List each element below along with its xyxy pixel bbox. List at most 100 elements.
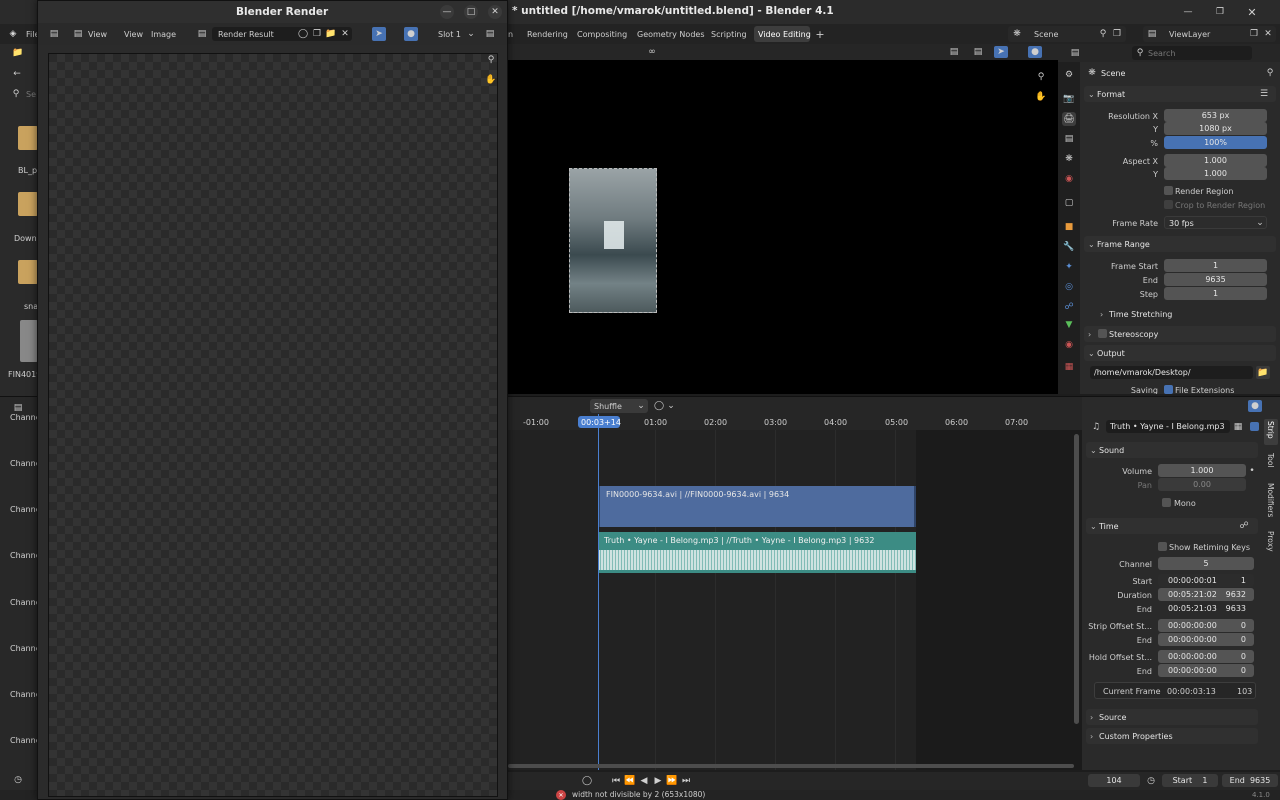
folder-icon[interactable] — [18, 126, 38, 150]
menu-view-mode[interactable]: View — [88, 30, 107, 39]
vertical-scrollbar[interactable] — [1074, 434, 1079, 724]
horizontal-scrollbar[interactable] — [508, 764, 1074, 768]
render-result-canvas[interactable] — [48, 53, 498, 797]
crop-region-checkbox[interactable] — [1164, 200, 1173, 209]
frame-step-field[interactable]: 1 — [1164, 287, 1267, 300]
output-panel-header[interactable]: ⌄ Output — [1084, 345, 1276, 361]
volume-field[interactable]: 1.000 — [1158, 464, 1246, 477]
prev-keyframe-icon[interactable]: ⏪ — [624, 774, 636, 788]
sidebar-tab-proxy[interactable]: Proxy — [1264, 529, 1278, 557]
play-reverse-icon[interactable]: ◀ — [638, 774, 650, 788]
resolution-y-field[interactable]: 1080 px — [1164, 122, 1267, 135]
play-icon[interactable]: ▶ — [652, 774, 664, 788]
aspect-y-field[interactable]: 1.000 — [1164, 167, 1267, 180]
constraints-tab-icon[interactable]: ☍ — [1062, 300, 1076, 314]
playhead-line[interactable] — [598, 414, 599, 770]
jump-start-icon[interactable]: ⏮ — [610, 774, 622, 788]
end-frame-field[interactable]: End 9635 — [1222, 774, 1278, 787]
mono-checkbox[interactable] — [1162, 498, 1171, 507]
frame-rate-dropdown[interactable]: 30 fps ⌄ — [1164, 216, 1267, 229]
add-workspace-icon[interactable]: + — [814, 27, 826, 41]
chevron-down-icon[interactable]: ⌄ — [666, 399, 676, 413]
back-arrow-icon[interactable]: ← — [10, 68, 24, 80]
data-tab-icon[interactable]: ▼ — [1062, 318, 1076, 332]
display-overlay-icon[interactable]: ● — [1028, 46, 1042, 58]
stereoscopy-checkbox[interactable] — [1098, 329, 1107, 338]
zoom-icon[interactable]: ⚲ — [1034, 70, 1048, 84]
playhead-time[interactable]: 00:03+14 — [578, 416, 621, 428]
output-path-field[interactable]: /home/vmarok/Desktop/ — [1090, 366, 1253, 379]
material-tab-icon[interactable]: ◉ — [1062, 338, 1076, 352]
tab-workspace-0[interactable]: n — [508, 30, 513, 39]
tool-tab-icon[interactable]: ⚙ — [1062, 68, 1076, 82]
zoom-icon[interactable]: ⚲ — [484, 53, 498, 67]
properties-editor-icon[interactable]: ▤ — [1066, 46, 1084, 60]
view-mode-icon[interactable]: ▤ — [70, 27, 86, 41]
restore-icon[interactable]: ❐ — [1212, 4, 1228, 20]
channel-field[interactable]: 5 — [1158, 557, 1254, 570]
modifier-tab-icon[interactable]: 🔧 — [1062, 240, 1076, 254]
strip-offset-start-field[interactable]: 00:00:00:00 0 — [1158, 619, 1254, 632]
source-panel-header[interactable]: › Source — [1086, 709, 1258, 725]
scene-tab-icon[interactable]: ❋ — [1062, 152, 1076, 166]
hand-pan-icon[interactable]: ✋ — [484, 73, 498, 87]
menu-view[interactable]: View — [124, 30, 143, 39]
minimize-icon[interactable]: — — [440, 5, 454, 19]
overlay-toggle-icon[interactable]: ● — [404, 27, 418, 41]
minimize-icon[interactable]: — — [1180, 4, 1196, 20]
image-browse-icon[interactable]: ▤ — [194, 27, 210, 41]
sidebar-tab-strip[interactable]: Strip — [1264, 419, 1278, 445]
unlink-image-icon[interactable]: ✕ — [340, 28, 350, 40]
pan-field[interactable]: 0.00 — [1158, 478, 1246, 491]
frame-start-field[interactable]: 1 — [1164, 259, 1267, 272]
hold-offset-start-field[interactable]: 00:00:00:00 0 — [1158, 650, 1254, 663]
preview-canvas[interactable]: ⚲ ✋ — [508, 60, 1058, 394]
current-frame-field[interactable]: 104 — [1088, 774, 1140, 787]
resolution-percent-slider[interactable]: 100% — [1164, 136, 1267, 149]
snapping-icon[interactable]: ◯ — [652, 399, 666, 413]
file-search-placeholder[interactable]: Se — [26, 90, 36, 99]
stereoscopy-panel-header[interactable]: › Stereoscopy — [1084, 326, 1276, 342]
strip-name-field[interactable]: Truth • Yayne - I Belong.mp3 — [1106, 420, 1230, 433]
snap-icon[interactable]: ➤ — [994, 46, 1008, 58]
fake-user-icon[interactable]: ◯ — [298, 28, 308, 40]
strip-color-icon[interactable]: ▦ — [1232, 420, 1244, 433]
keyframe-icon[interactable]: ◯ — [580, 774, 594, 788]
render-tab-icon[interactable]: 📷 — [1062, 92, 1076, 106]
pin-icon[interactable]: ⚲ — [1264, 67, 1276, 79]
custom-properties-panel-header[interactable]: › Custom Properties — [1086, 728, 1258, 744]
view-layer-tab-icon[interactable]: ▤ — [1062, 132, 1076, 146]
close-icon[interactable]: ✕ — [488, 5, 502, 19]
properties-search[interactable]: ⚲ Search — [1132, 46, 1252, 60]
file-item-1[interactable]: Downl — [14, 234, 39, 243]
shuffle-dropdown[interactable]: Shuffle ⌄ — [590, 399, 648, 413]
tab-rendering[interactable]: Rendering — [527, 30, 568, 39]
output-tab-icon[interactable]: 🖨 — [1062, 112, 1076, 126]
next-keyframe-icon[interactable]: ⏩ — [666, 774, 678, 788]
remove-view-layer-icon[interactable]: ✕ — [1263, 28, 1273, 40]
collection-tab-icon[interactable]: ▢ — [1062, 196, 1076, 210]
scene-selector[interactable]: ❋ Scene ⚲ ❐ — [1008, 26, 1126, 42]
format-panel-header[interactable]: ⌄ Format ☰ — [1084, 86, 1276, 102]
pin-icon[interactable]: ⚲ — [1098, 28, 1108, 40]
overlay-toggle-icon[interactable]: ● — [1248, 400, 1262, 412]
physics-tab-icon[interactable]: ◎ — [1062, 280, 1076, 294]
tab-geometry-nodes[interactable]: Geometry Nodes — [637, 30, 704, 39]
channel-view-icon[interactable]: ▤ — [970, 46, 986, 58]
video-strip[interactable]: FIN0000-9634.avi | //FIN0000-9634.avi | … — [598, 486, 916, 527]
start-frame-field[interactable]: Start 1 — [1162, 774, 1218, 787]
hold-offset-end-field[interactable]: 00:00:00:00 0 — [1158, 664, 1254, 677]
maximize-icon[interactable]: □ — [464, 5, 478, 19]
menu-image[interactable]: Image — [151, 30, 176, 39]
duration-field[interactable]: 00:05:21:02 9632 — [1158, 588, 1254, 601]
time-panel-header[interactable]: ⌄ Time ☍ — [1086, 518, 1258, 534]
gizmo-icon[interactable]: ∞ — [642, 46, 662, 58]
tab-compositing[interactable]: Compositing — [577, 30, 627, 39]
start-field[interactable]: 00:00:00:01 1 — [1158, 574, 1254, 587]
strip-mute-checkbox[interactable] — [1250, 422, 1259, 431]
file-extensions-checkbox[interactable] — [1164, 385, 1173, 394]
frame-range-panel-header[interactable]: ⌄ Frame Range — [1084, 236, 1276, 252]
editor-type-icon[interactable]: 📁 — [8, 46, 28, 60]
tab-scripting[interactable]: Scripting — [711, 30, 747, 39]
sound-panel-header[interactable]: ⌄ Sound — [1086, 442, 1258, 458]
